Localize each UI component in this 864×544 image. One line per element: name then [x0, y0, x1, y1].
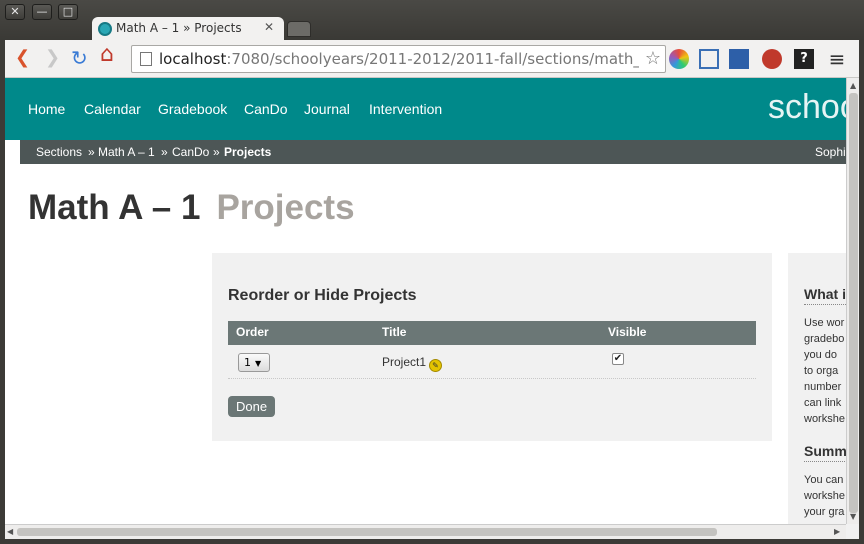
breadcrumb-section[interactable]: Math A – 1 [98, 145, 155, 159]
favicon-icon [98, 22, 112, 36]
forward-icon[interactable]: ❯ [45, 48, 60, 68]
breadcrumb-separator: » [161, 145, 168, 159]
address-bar[interactable]: localhost:7080/schoolyears/2011-2012/201… [131, 45, 666, 73]
scroll-left-icon[interactable]: ◀ [7, 527, 13, 536]
window-titlebar: ✕ — □ Math A – 1 » Projects ✕ [0, 0, 864, 41]
breadcrumb-separator: » [213, 145, 220, 159]
sidebar-heading-1: What i [804, 286, 846, 305]
back-icon[interactable]: ❮ [15, 48, 30, 68]
projects-table: Order Title Visible 1 ▼ Project1 ✎ ✔ [228, 321, 756, 379]
page-title-section: Math A – 1 [28, 188, 201, 227]
user-name-link[interactable]: Sophi [815, 145, 846, 159]
table-header: Order Title Visible [228, 321, 756, 345]
horizontal-scroll-thumb[interactable] [17, 528, 717, 536]
order-select-value: 1 [244, 356, 251, 369]
sidebar-heading-2: Summ [804, 443, 847, 462]
breadcrumb-cando[interactable]: CanDo [172, 145, 209, 159]
maximize-window-button[interactable]: □ [58, 4, 78, 20]
close-window-button[interactable]: ✕ [5, 4, 25, 20]
tab-title: Math A – 1 » Projects [116, 21, 242, 35]
adblock-extension-icon[interactable] [762, 49, 782, 69]
browser-tab[interactable]: Math A – 1 » Projects ✕ [92, 17, 284, 41]
home-icon[interactable]: ⌂ [100, 44, 114, 66]
project-title-cell: Project1 ✎ [382, 355, 443, 372]
visible-checkbox[interactable]: ✔ [612, 353, 624, 365]
project-title: Project1 [382, 355, 427, 369]
screenshot-extension-icon[interactable] [699, 49, 719, 69]
main-nav: Home Calendar Gradebook CanDo Journal In… [5, 78, 859, 140]
bookmark-star-icon[interactable]: ☆ [645, 48, 661, 69]
nav-item-calendar[interactable]: Calendar [84, 101, 141, 117]
help-extension-icon[interactable]: ? [794, 49, 814, 69]
horizontal-scrollbar[interactable]: ◀ ▶ [5, 524, 846, 539]
vertical-scroll-thumb[interactable] [849, 93, 858, 513]
nav-item-intervention[interactable]: Intervention [369, 101, 442, 117]
reload-icon[interactable]: ↻ [71, 48, 88, 68]
done-button[interactable]: Done [228, 396, 276, 417]
url-text: localhost:7080/schoolyears/2011-2012/201… [159, 50, 639, 68]
table-row: 1 ▼ Project1 ✎ ✔ [228, 345, 756, 379]
scroll-right-icon[interactable]: ▶ [834, 527, 840, 536]
chevron-down-icon: ▼ [255, 359, 262, 368]
nav-item-home[interactable]: Home [28, 101, 65, 117]
nav-item-journal[interactable]: Journal [304, 101, 350, 117]
pencil-icon[interactable]: ✎ [429, 359, 443, 372]
column-header-visible: Visible [608, 325, 647, 339]
puzzle-extension-icon[interactable] [729, 49, 749, 69]
scroll-up-icon[interactable]: ▲ [850, 81, 856, 90]
panel-title: Reorder or Hide Projects [228, 287, 417, 304]
column-header-title: Title [382, 325, 407, 339]
page-icon [140, 52, 152, 66]
minimize-window-button[interactable]: — [32, 4, 52, 20]
breadcrumb: Sections » Math A – 1 » CanDo » Projects… [20, 140, 859, 164]
page-title-subtitle: Projects [216, 188, 355, 227]
scroll-down-icon[interactable]: ▼ [850, 512, 856, 521]
page-viewport: Home Calendar Gradebook CanDo Journal In… [5, 78, 859, 539]
nav-item-gradebook[interactable]: Gradebook [158, 101, 227, 117]
color-picker-extension-icon[interactable] [669, 49, 689, 69]
breadcrumb-current: Projects [224, 145, 272, 159]
menu-icon[interactable]: ≡ [827, 49, 847, 69]
browser-toolbar: ❮ ❯ ↻ ⌂ localhost:7080/schoolyears/2011-… [5, 40, 859, 78]
url-host: localhost [159, 50, 227, 68]
tab-close-icon[interactable]: ✕ [264, 20, 274, 34]
reorder-panel: Reorder or Hide Projects Order Title Vis… [212, 253, 772, 441]
vertical-scrollbar[interactable]: ▲ ▼ [846, 78, 859, 524]
url-path: :7080/schoolyears/2011-2012/2011-fall/se… [226, 50, 639, 68]
breadcrumb-separator: » [88, 145, 95, 159]
nav-item-cando[interactable]: CanDo [244, 101, 288, 117]
page-title: Math A – 1 Projects [28, 188, 355, 228]
order-select[interactable]: 1 ▼ [238, 353, 270, 372]
new-tab-button[interactable] [287, 21, 311, 37]
column-header-order: Order [236, 325, 269, 339]
breadcrumb-sections[interactable]: Sections [36, 145, 82, 159]
